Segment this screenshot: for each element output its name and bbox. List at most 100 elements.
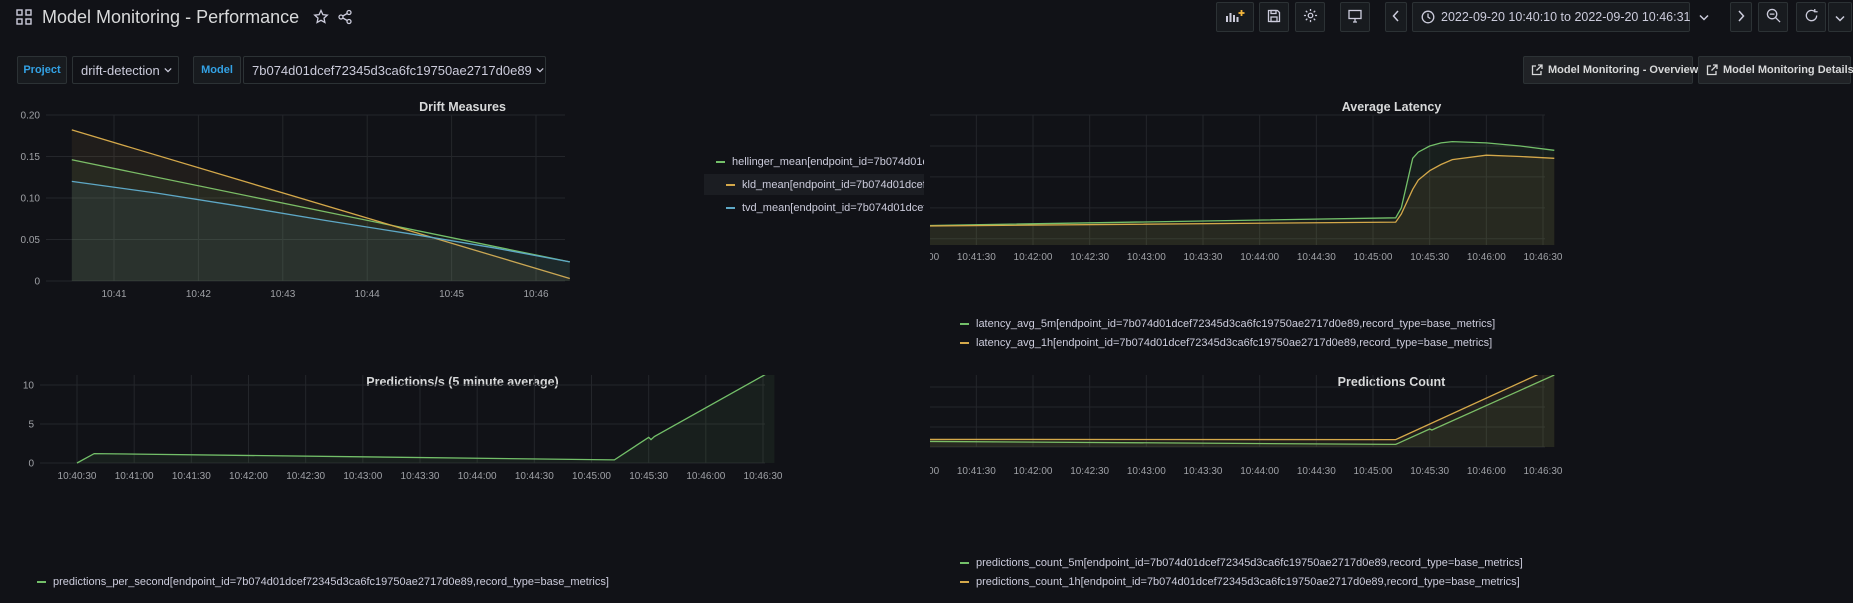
external-link-icon [1706,64,1718,76]
x-tick-label: 10:42:30 [1070,252,1109,263]
model-value: 7b074d01dcef72345d3ca6fc19750ae2717d0e89 [252,62,532,78]
x-tick-label: 10:45:30 [629,471,668,482]
time-picker[interactable]: 2022-09-20 10:40:10 to 2022-09-20 10:46:… [1412,2,1709,32]
x-tick-label: 10:41:30 [957,466,996,477]
x-tick-label: 10:43:30 [1184,252,1223,263]
x-tick-label: 10:45:30 [1410,466,1449,477]
plot-area: 0 5 10 10:40:30 10:41:00 10:41:30 10:42:00 10:4… [23,375,783,482]
save-button[interactable] [1259,2,1289,32]
page-title[interactable]: Model Monitoring - Performance [42,7,299,28]
x-tick-label: 10:45:30 [1410,252,1449,263]
legend-item-latency-5m[interactable]: latency_avg_5m[endpoint_id=7b074d01dcef7… [960,318,1840,330]
settings-button[interactable] [1295,2,1325,32]
x-tick-label: 10:43:00 [1127,466,1166,477]
legend-item-pps[interactable]: predictions_per_second[endpoint_id=7b074… [37,576,917,588]
legend-swatch [960,342,969,344]
x-tick-label: 10:41:00 [115,471,154,482]
x-tick-label: 10:42:30 [1070,466,1109,477]
tv-icon [1348,9,1362,26]
chevron-down-icon [1835,10,1845,25]
legend-item-latency-1h[interactable]: latency_avg_1h[endpoint_id=7b074d01dcef7… [960,337,1840,349]
series-area [77,375,775,463]
x-tick-label: 10:43:00 [1127,252,1166,263]
y-tick-label: 10 [23,381,35,392]
predictions-count-panel[interactable]: Predictions Count 01 K2 K3 K10:40:3010:4… [930,375,1853,603]
x-tick-label: 10:42 [186,289,211,300]
latency-chart[interactable]: 32.5 K33.0 K33.5 K34.0 K34.5 K10:40:3010… [930,100,1853,322]
x-tick-label: 10:41 [101,289,126,300]
details-link[interactable]: Model Monitoring Details [1698,56,1853,84]
x-tick-label: 10:43 [270,289,295,300]
chevron-down-icon [1698,14,1709,21]
average-latency-panel[interactable]: Average Latency 32.5 K33.0 K33.5 K34.0 K… [930,100,1853,360]
overview-link[interactable]: Model Monitoring - Overview [1523,56,1698,84]
drift-measures-panel[interactable]: Drift Measures 0 0.05 0.10 0.15 0.20 10:41 10:… [0,100,925,360]
model-variable-label: Model [193,56,241,84]
details-link-label: Model Monitoring Details [1723,64,1853,76]
apps-icon[interactable] [16,9,32,25]
y-tick-label: 5 [28,420,34,431]
plot-area: 01 K2 K3 K10:40:3010:41:0010:41:3010:42:… [930,375,1563,477]
series-area [930,155,1555,245]
legend-item-tvd[interactable]: tvd_mean[endpoint_id=7b074d01dcef72345d3… [726,202,924,214]
chevron-down-icon [536,67,544,73]
model-select[interactable]: 7b074d01dcef72345d3ca6fc19750ae2717d0e89 [243,56,546,84]
top-bar: Model Monitoring - Performance 2022-09-2… [0,0,1853,34]
x-tick-label: 10:46 [523,289,548,300]
x-tick-label: 10:42:00 [1014,466,1053,477]
series-area [930,375,1555,447]
add-panel-button[interactable] [1216,2,1254,32]
overview-link-label: Model Monitoring - Overview [1548,64,1699,76]
tv-mode-button[interactable] [1340,2,1370,32]
chevron-down-icon [164,67,172,73]
refresh-interval-button[interactable] [1828,2,1852,32]
x-tick-label: 10:45:00 [572,471,611,482]
x-tick-label: 10:44 [355,289,380,300]
legend-swatch [960,581,969,583]
legend-label: tvd_mean[endpoint_id=7b074d01dcef72345d3… [742,202,924,214]
x-tick-label: 10:44:00 [1240,252,1279,263]
pps-chart[interactable]: 0 5 10 10:40:30 10:41:00 10:41:30 10:42:00 10:4… [0,375,925,575]
project-select[interactable]: drift-detection [72,56,179,84]
predictions-per-second-panel[interactable]: Predictions/s (5 minute average) 0 5 10 10:… [0,375,925,603]
legend-item-count-1h[interactable]: predictions_count_1h[endpoint_id=7b074d0… [960,576,1840,588]
x-tick-label: 10:40:30 [58,471,97,482]
legend-item-kld[interactable]: kld_mean[endpoint_id=7b074d01dcef72345d3… [704,174,924,195]
legend-label: predictions_per_second[endpoint_id=7b074… [53,576,609,588]
x-tick-label: 10:45:00 [1354,466,1393,477]
x-tick-label: 10:44:00 [1240,466,1279,477]
x-tick-label: 10:46:30 [744,471,783,482]
x-tick-label: 10:41:30 [172,471,211,482]
x-tick-label: 10:44:30 [1297,252,1336,263]
x-tick-label: 10:46:30 [1524,466,1563,477]
external-link-icon [1531,64,1543,76]
zoom-out-button[interactable] [1758,2,1788,32]
gear-icon [1303,8,1318,26]
time-back-button[interactable] [1385,2,1407,32]
legend-item-count-5m[interactable]: predictions_count_5m[endpoint_id=7b074d0… [960,557,1840,569]
x-tick-label: 10:41:00 [930,466,940,477]
x-tick-label: 10:44:30 [515,471,554,482]
legend-item-hellinger[interactable]: hellinger_mean[endpoint_id=7b074d01dcef7… [716,156,924,168]
legend-label: predictions_count_1h[endpoint_id=7b074d0… [976,576,1520,588]
legend-label: kld_mean[endpoint_id=7b074d01dcef72345d3… [742,178,924,191]
x-tick-label: 10:43:30 [401,471,440,482]
save-icon [1267,9,1281,26]
legend-swatch [37,581,46,583]
star-icon[interactable] [313,9,329,25]
clock-icon [1421,10,1435,24]
count-chart[interactable]: 01 K2 K3 K10:40:3010:41:0010:41:3010:42:… [930,375,1853,555]
zoom-out-icon [1766,8,1781,26]
x-tick-label: 10:46:00 [686,471,725,482]
legend-swatch [960,562,969,564]
x-tick-label: 10:41:00 [930,252,940,263]
add-panel-icon [1225,9,1245,26]
x-tick-label: 10:45 [439,289,464,300]
x-tick-label: 10:42:00 [1014,252,1053,263]
drift-chart[interactable]: 0 0.05 0.10 0.15 0.20 10:41 10:42 10:43 10:44 10:… [0,100,700,360]
share-icon[interactable] [337,9,353,25]
refresh-icon [1804,8,1819,26]
x-tick-label: 10:46:00 [1467,252,1506,263]
time-forward-button[interactable] [1730,2,1752,32]
refresh-button[interactable] [1796,2,1826,32]
